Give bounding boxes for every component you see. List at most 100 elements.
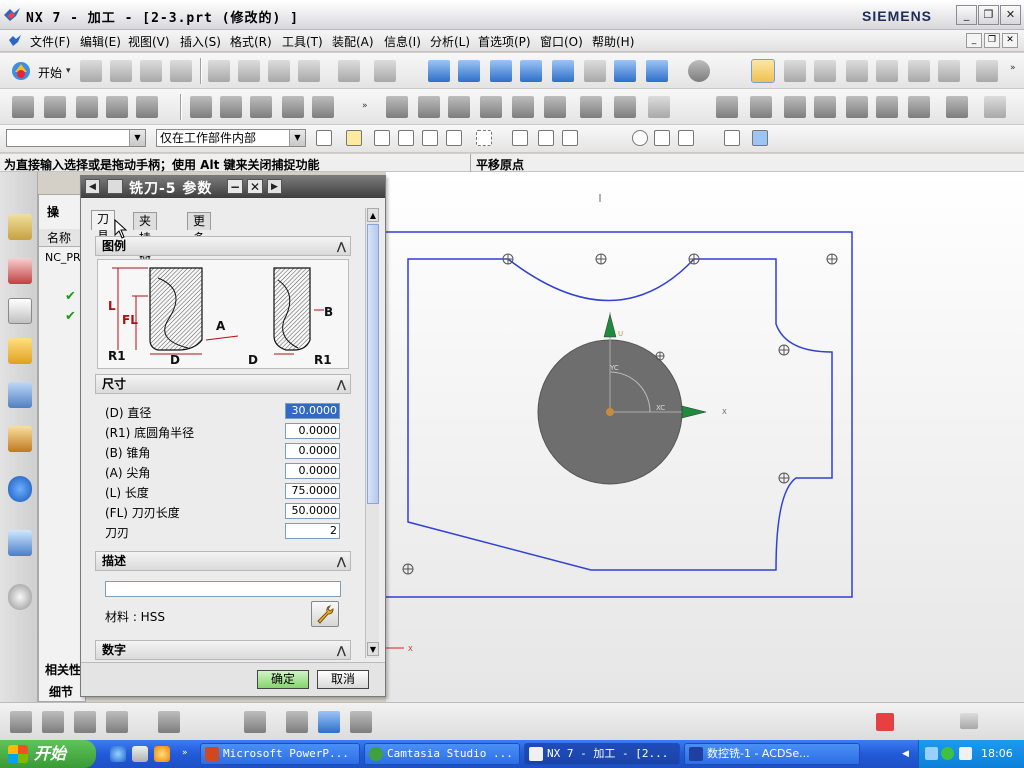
create-operation-icon[interactable]: [938, 60, 960, 82]
perspective-icon[interactable]: [614, 60, 636, 82]
machining-tools-icon[interactable]: [106, 711, 128, 733]
task-nx[interactable]: NX 7 - 加工 - [2...: [524, 743, 680, 765]
rotate-view-icon[interactable]: [552, 60, 574, 82]
datum-plane-icon[interactable]: [876, 96, 898, 118]
mdi-close-button[interactable]: ✕: [1002, 33, 1018, 48]
hole-icon[interactable]: [190, 96, 212, 118]
details-panel-label[interactable]: 细节: [49, 683, 73, 700]
create-tool-icon[interactable]: [846, 60, 868, 82]
generate-path-icon[interactable]: [158, 711, 180, 733]
cylinder-icon[interactable]: [106, 96, 128, 118]
save-icon[interactable]: [140, 60, 162, 82]
task-powerpoint[interactable]: Microsoft PowerP...: [200, 743, 360, 765]
select-edge-icon[interactable]: [422, 130, 438, 146]
graphics-window[interactable]: YC XC X U X: [386, 172, 1024, 702]
dialog-back-icon[interactable]: ◀: [85, 179, 100, 194]
chamfer-icon[interactable]: [418, 96, 440, 118]
menu-format[interactable]: 格式(R): [230, 33, 272, 50]
create-geometry-icon[interactable]: [876, 60, 898, 82]
start-button[interactable]: 开始: [0, 740, 96, 768]
postprocess-icon[interactable]: [286, 711, 308, 733]
snap-on-surface-icon[interactable]: [724, 130, 740, 146]
sew-icon[interactable]: [784, 96, 806, 118]
snap-line-icon[interactable]: [538, 130, 554, 146]
dialog-collapse-button[interactable]: −: [227, 179, 243, 194]
select-face-icon[interactable]: [446, 130, 462, 146]
scroll-up-icon[interactable]: ▲: [367, 208, 379, 222]
minimize-button[interactable]: _: [956, 5, 977, 25]
menu-insert[interactable]: 插入(S): [180, 33, 221, 50]
measure-distance-icon[interactable]: [976, 60, 998, 82]
snap-existing-point-icon[interactable]: [678, 130, 694, 146]
section-dimensions[interactable]: 尺寸 ⋀: [95, 374, 351, 394]
scroll-down-icon[interactable]: ▼: [367, 642, 379, 656]
rectangle-select-icon[interactable]: [476, 130, 492, 146]
machine-tool-navigator-icon[interactable]: [8, 338, 32, 364]
section-description[interactable]: 描述 ⋀: [95, 551, 351, 571]
network-tray-icon[interactable]: [925, 747, 938, 760]
body-icon[interactable]: [946, 96, 968, 118]
filter-reset-icon[interactable]: [316, 130, 332, 146]
surface-icon[interactable]: [716, 96, 738, 118]
snap-control-point-icon[interactable]: [588, 130, 604, 146]
toolbar-overflow-icon[interactable]: »: [1010, 63, 1016, 73]
cancel-button[interactable]: 取消: [317, 670, 369, 689]
scroll-thumb[interactable]: [367, 224, 379, 504]
restore-button[interactable]: ❐: [978, 5, 999, 25]
snap-on-curve-icon[interactable]: [702, 130, 718, 146]
render-style-icon[interactable]: [646, 60, 668, 82]
block-icon[interactable]: [76, 96, 98, 118]
shop-doc-icon[interactable]: [318, 711, 340, 733]
menu-assembly[interactable]: 装配(A): [332, 33, 374, 50]
ime-tools-icon[interactable]: [1002, 713, 1018, 729]
new-file-icon[interactable]: [80, 60, 102, 82]
volume-tray-icon[interactable]: [959, 747, 972, 760]
selection-mode-icon[interactable]: [10, 711, 32, 733]
print-icon[interactable]: [170, 60, 192, 82]
tab-more[interactable]: 更多: [187, 212, 212, 245]
dialog-scrollbar[interactable]: ▲ ▼: [365, 208, 379, 658]
start-menu-label[interactable]: 开始: [38, 64, 62, 81]
menu-view[interactable]: 视图(V): [128, 33, 170, 50]
cancel-icon[interactable]: [984, 96, 1006, 118]
menu-tools[interactable]: 工具(T): [282, 33, 323, 50]
sketch-icon[interactable]: [648, 96, 670, 118]
dialog-close-button[interactable]: ✕: [247, 179, 263, 194]
tray-expand-icon[interactable]: ◀: [902, 749, 909, 759]
section-numbers[interactable]: 数字 ⋀: [95, 640, 351, 660]
ie-quick-launch-icon[interactable]: [110, 746, 126, 762]
zoom-icon[interactable]: [458, 60, 480, 82]
menu-edit[interactable]: 编辑(E): [80, 33, 121, 50]
instance-icon[interactable]: [512, 96, 534, 118]
collapse-icon[interactable]: ⋀: [337, 553, 346, 571]
zoom-window-icon[interactable]: [490, 60, 512, 82]
point-icon[interactable]: [846, 96, 868, 118]
output-cls-icon[interactable]: [350, 711, 372, 733]
select-body-icon[interactable]: [398, 130, 414, 146]
verify-path-icon[interactable]: [244, 711, 266, 733]
navigator-root[interactable]: NC_PR: [45, 251, 81, 264]
collapse-icon[interactable]: ⋀: [337, 642, 346, 660]
draft-icon[interactable]: [480, 96, 502, 118]
edge-blend-icon[interactable]: [386, 96, 408, 118]
add-point-icon[interactable]: [202, 711, 224, 733]
start-menu-arrow[interactable]: ▾: [66, 66, 71, 76]
mdi-minimize-button[interactable]: _: [966, 33, 982, 48]
select-feature-icon[interactable]: [346, 130, 362, 146]
menu-file[interactable]: 文件(F): [30, 33, 70, 50]
history-icon[interactable]: [8, 584, 32, 610]
revolve-icon[interactable]: [44, 96, 66, 118]
ime-moon-icon[interactable]: [918, 713, 934, 729]
camtasia-tray-icon[interactable]: [941, 747, 954, 760]
web-browser-icon[interactable]: [8, 530, 32, 556]
fit-view-icon[interactable]: [428, 60, 450, 82]
flute-length-input[interactable]: 50.0000: [285, 503, 340, 519]
tab-holder[interactable]: 夹持器: [133, 212, 158, 262]
diameter-input[interactable]: 30.0000: [285, 403, 340, 419]
patch-icon[interactable]: [814, 96, 836, 118]
menu-help[interactable]: 帮助(H): [592, 33, 634, 50]
menu-preferences[interactable]: 首选项(P): [478, 33, 531, 50]
selection-filter-icon[interactable]: [374, 60, 396, 82]
dialog-title-bar[interactable]: ◀ 铣刀-5 参数 − ✕ ▶: [81, 176, 385, 198]
tip-angle-input[interactable]: 0.0000: [285, 463, 340, 479]
